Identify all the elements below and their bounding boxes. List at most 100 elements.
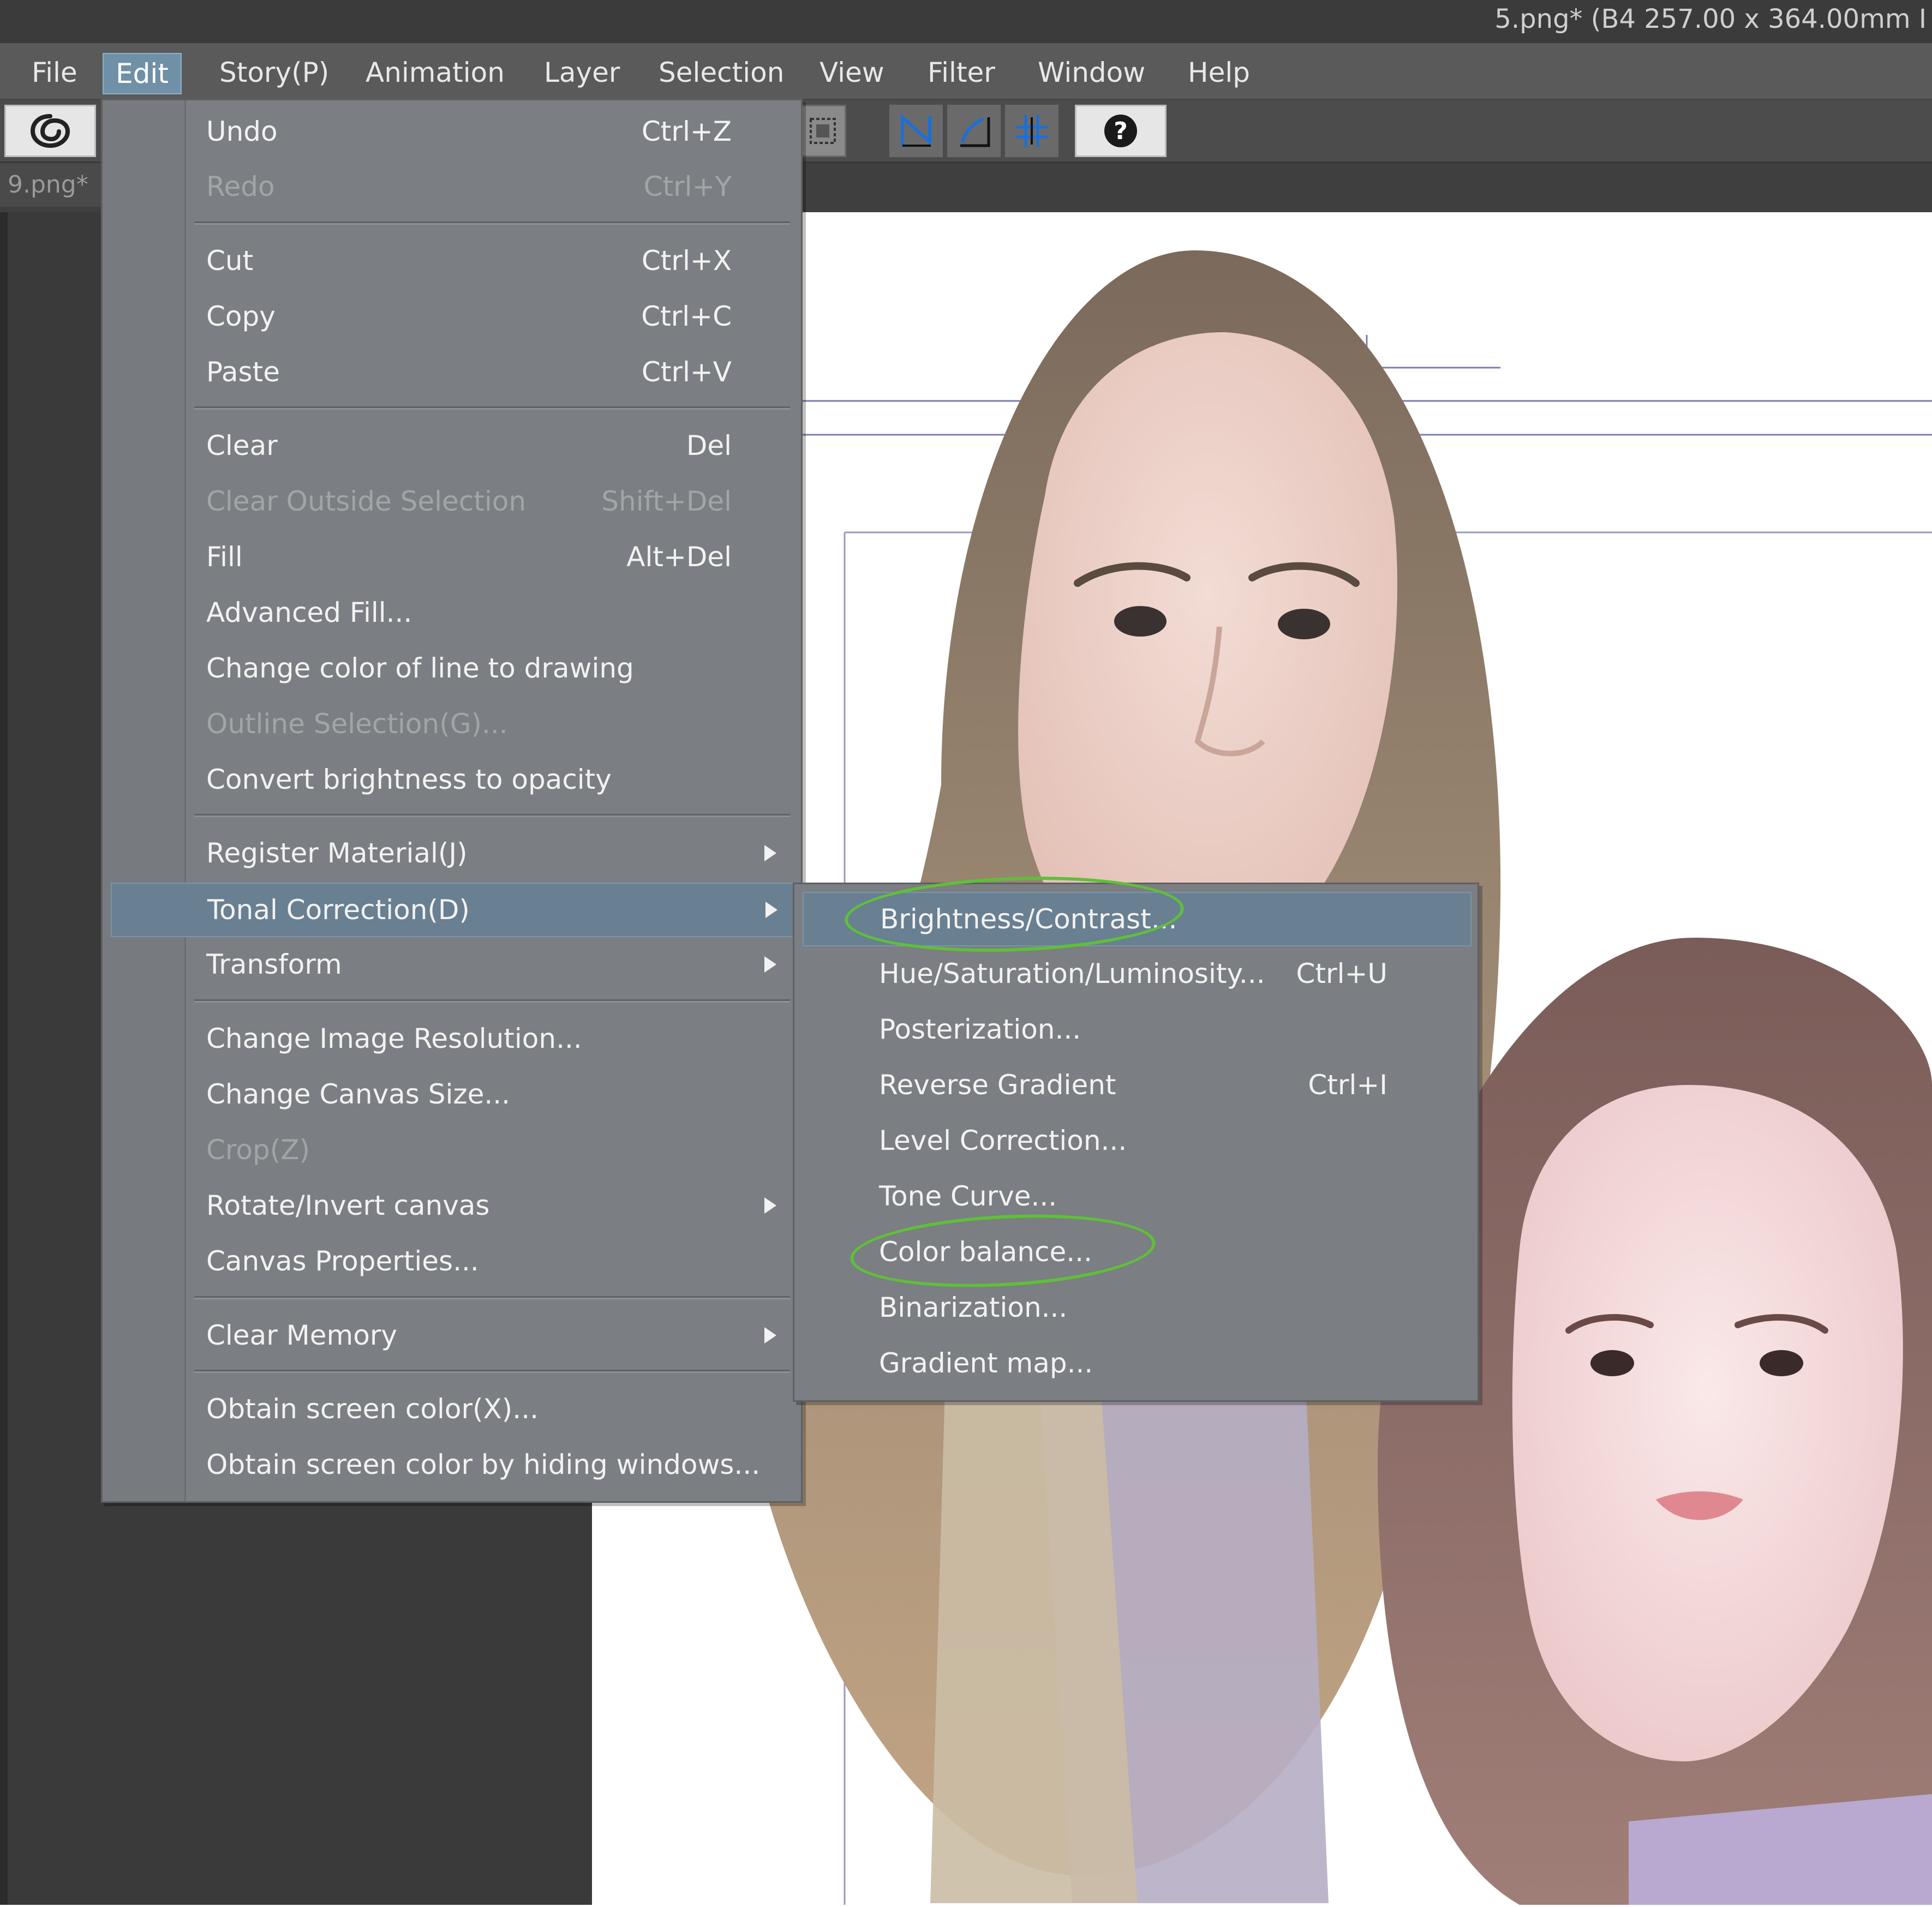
menu-item-label: Change Image Resolution...: [206, 1023, 582, 1054]
menu-item-shortcut: Shift+Del: [601, 485, 732, 517]
menu-item-paste[interactable]: Paste Ctrl+V: [111, 346, 793, 398]
menu-item-label: Convert brightness to opacity: [206, 764, 612, 795]
menu-item-shortcut: Ctrl+C: [641, 301, 732, 332]
menu-item-label: Outline Selection(G)...: [206, 708, 508, 740]
menu-item-label: Clear Outside Selection: [206, 485, 527, 517]
menu-item-change-line-color[interactable]: Change color of line to drawing: [111, 642, 793, 694]
menu-item-label: Reverse Gradient: [879, 1069, 1116, 1101]
menu-item-fill[interactable]: Fill Alt+Del: [111, 531, 793, 583]
menu-item-label: Register Material(J): [206, 837, 468, 869]
menu-item-label: Clear: [206, 430, 278, 461]
menu-item-label: Cut: [206, 245, 254, 277]
menu-item-convert-brightness[interactable]: Convert brightness to opacity: [111, 753, 793, 806]
submenu-arrow-icon: [764, 1197, 776, 1214]
menu-item-label: Canvas Properties...: [206, 1245, 479, 1277]
menu-item-shortcut: Ctrl+Z: [641, 116, 732, 147]
help-button[interactable]: ?: [1075, 105, 1167, 157]
menu-item-copy[interactable]: Copy Ctrl+C: [111, 290, 793, 343]
menu-item-cut[interactable]: Cut Ctrl+X: [111, 235, 793, 287]
menu-item-tone-curve[interactable]: Tone Curve...: [803, 1170, 1469, 1222]
menu-view[interactable]: View: [808, 53, 896, 92]
menu-item-tonal-correction[interactable]: Tonal Correction(D): [111, 883, 795, 937]
ruler-snap-button[interactable]: [889, 105, 943, 157]
menu-item-label: Gradient map...: [879, 1347, 1093, 1379]
menu-item-posterization[interactable]: Posterization...: [803, 1003, 1469, 1056]
menu-item-label: Paste: [206, 356, 280, 388]
menu-item-level-correction[interactable]: Level Correction...: [803, 1114, 1469, 1167]
menu-item-label: Change color of line to drawing: [206, 652, 634, 684]
menu-item-clear-memory[interactable]: Clear Memory: [111, 1309, 793, 1362]
menu-item-obtain-screen-color[interactable]: Obtain screen color(X)...: [111, 1383, 793, 1435]
menu-selection[interactable]: Selection: [647, 53, 796, 92]
menu-item-label: Hue/Saturation/Luminosity...: [879, 958, 1265, 990]
menu-item-shortcut: Ctrl+Y: [643, 171, 732, 202]
menu-item-label: Transform: [206, 949, 342, 980]
selection-box-button[interactable]: [799, 105, 846, 157]
menu-item-label: Rotate/Invert canvas: [206, 1190, 490, 1221]
menu-item-label: Level Correction...: [879, 1125, 1127, 1156]
grid-snap-button[interactable]: [1005, 105, 1058, 157]
menu-item-label: Binarization...: [879, 1292, 1068, 1323]
menu-item-change-canvas-size[interactable]: Change Canvas Size...: [111, 1068, 793, 1120]
submenu-arrow-icon: [764, 956, 776, 973]
special-ruler-snap-button[interactable]: [947, 105, 1001, 157]
menu-item-label: Advanced Fill...: [206, 597, 412, 628]
menu-item-transform[interactable]: Transform: [111, 938, 793, 991]
menu-item-hue-saturation-luminosity[interactable]: Hue/Saturation/Luminosity... Ctrl+U: [803, 947, 1469, 1000]
menu-item-register-material[interactable]: Register Material(J): [111, 827, 793, 879]
menu-filter[interactable]: Filter: [916, 53, 1007, 92]
menu-item-label: Obtain screen color(X)...: [206, 1393, 539, 1425]
menu-help[interactable]: Help: [1176, 53, 1262, 92]
menu-item-label: Change Canvas Size...: [206, 1078, 511, 1110]
window-title: 5.png* (B4 257.00 x 364.00mm I: [1494, 4, 1927, 34]
menu-item-label: Clear Memory: [206, 1320, 397, 1351]
title-bar: 5.png* (B4 257.00 x 364.00mm I: [0, 0, 1932, 43]
menu-item-gradient-map[interactable]: Gradient map...: [803, 1337, 1469, 1389]
submenu-arrow-icon: [764, 1327, 776, 1344]
menu-item-reverse-gradient[interactable]: Reverse Gradient Ctrl+I: [803, 1059, 1469, 1111]
menu-item-label: Copy: [206, 301, 276, 332]
menu-item-label: Obtain screen color by hiding windows...: [206, 1449, 761, 1480]
menu-item-redo[interactable]: Redo Ctrl+Y: [111, 160, 793, 213]
menu-item-label: Redo: [206, 171, 275, 202]
menu-item-shortcut: Alt+Del: [626, 541, 732, 573]
menu-bar: File Edit Story(P) Animation Layer Selec…: [0, 43, 1932, 100]
special-ruler-snap-icon: [960, 117, 990, 147]
menu-separator: [194, 1370, 790, 1373]
menu-item-clear-outside-selection[interactable]: Clear Outside Selection Shift+Del: [111, 475, 793, 527]
menu-item-outline-selection[interactable]: Outline Selection(G)...: [111, 698, 793, 750]
menu-item-shortcut: Ctrl+V: [641, 356, 732, 388]
menu-item-label: Fill: [206, 541, 243, 573]
menu-item-binarization[interactable]: Binarization...: [803, 1281, 1469, 1334]
menu-animation[interactable]: Animation: [354, 53, 517, 92]
menu-window[interactable]: Window: [1026, 53, 1157, 92]
edit-menu-dropdown: Undo Ctrl+Z Redo Ctrl+Y Cut Ctrl+X Copy …: [101, 99, 803, 1503]
menu-item-shortcut: Ctrl+X: [641, 245, 732, 277]
menu-item-label: Undo: [206, 116, 278, 147]
menu-item-obtain-screen-color-hiding[interactable]: Obtain screen color by hiding windows...: [111, 1438, 793, 1491]
menu-item-undo[interactable]: Undo Ctrl+Z: [111, 105, 793, 158]
menu-item-rotate-invert-canvas[interactable]: Rotate/Invert canvas: [111, 1179, 793, 1232]
menu-item-shortcut: Ctrl+I: [1308, 1069, 1387, 1101]
menu-separator: [194, 221, 790, 225]
selection-box-icon: [810, 118, 836, 144]
menu-item-advanced-fill[interactable]: Advanced Fill...: [111, 586, 793, 639]
menu-separator: [194, 406, 790, 410]
menu-layer[interactable]: Layer: [532, 53, 632, 92]
menu-item-shortcut: Ctrl+U: [1296, 958, 1387, 990]
submenu-arrow-icon: [764, 845, 776, 861]
menu-story[interactable]: Story(P): [207, 53, 341, 92]
menu-item-shortcut: Del: [686, 430, 732, 461]
clip-studio-logo-icon: [30, 114, 70, 148]
menu-item-change-image-resolution[interactable]: Change Image Resolution...: [111, 1012, 793, 1065]
menu-file[interactable]: File: [20, 53, 89, 92]
menu-item-clear[interactable]: Clear Del: [111, 419, 793, 472]
grid-snap-icon: [1016, 115, 1048, 147]
document-tab[interactable]: 9.png*: [0, 163, 107, 207]
workspace-edge: [0, 212, 8, 1905]
menu-edit[interactable]: Edit: [103, 53, 182, 94]
menu-item-canvas-properties[interactable]: Canvas Properties...: [111, 1235, 793, 1287]
menu-separator: [194, 1296, 790, 1299]
menu-item-crop[interactable]: Crop(Z): [111, 1124, 793, 1176]
clip-studio-logo-button[interactable]: [4, 105, 96, 157]
